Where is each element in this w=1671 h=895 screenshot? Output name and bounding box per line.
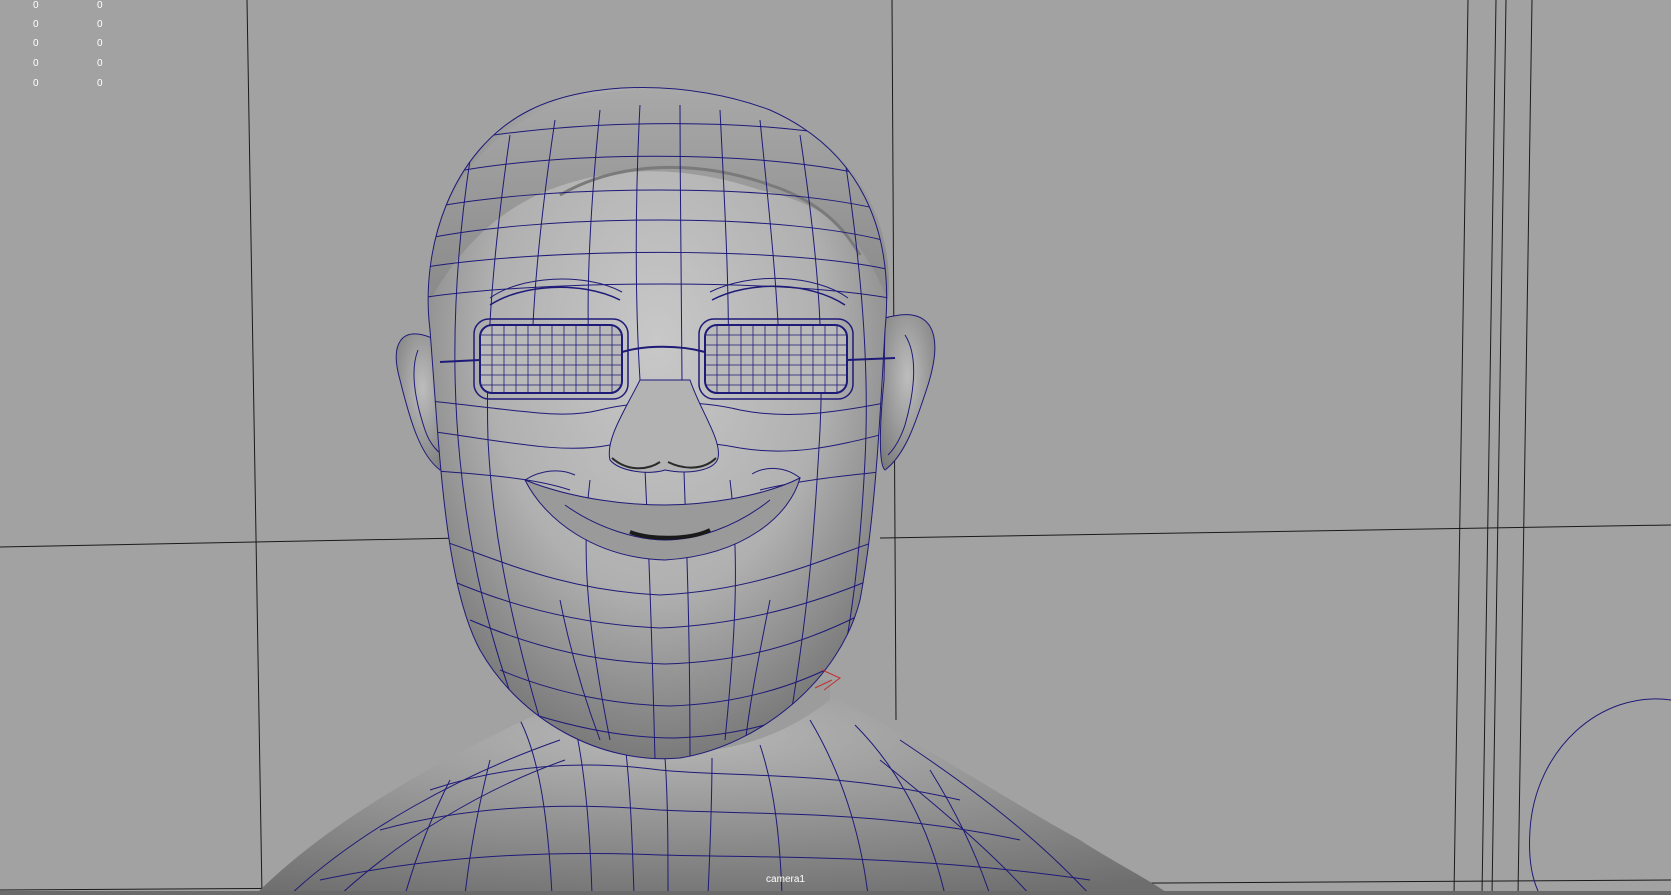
- scene-render[interactable]: [0, 0, 1671, 895]
- hud-row: 0 0: [0, 78, 140, 92]
- maya-3d-viewport[interactable]: 0 0 0 0 0 0 0 0 0 0 camera1: [0, 0, 1671, 895]
- hud-value: 0: [97, 0, 103, 11]
- hud-row: 0 0: [0, 0, 140, 14]
- hud-row: 0 0: [0, 58, 140, 72]
- hud-row: 0 0: [0, 38, 140, 52]
- hud-value: 0: [33, 0, 39, 11]
- camera-name-label: camera1: [766, 874, 805, 885]
- hud-value: 0: [97, 78, 103, 89]
- viewport-bottom-strip: [0, 891, 1671, 895]
- hud-value: 0: [33, 38, 39, 49]
- character-head[interactable]: [420, 87, 900, 761]
- hud-value: 0: [97, 19, 103, 30]
- hud-value: 0: [97, 38, 103, 49]
- hud-value: 0: [97, 58, 103, 69]
- hud-value: 0: [33, 19, 39, 30]
- hud-row: 0 0: [0, 19, 140, 33]
- hud-value: 0: [33, 78, 39, 89]
- hud-value: 0: [33, 58, 39, 69]
- hud-readout: 0 0 0 0 0 0 0 0 0 0: [0, 0, 140, 95]
